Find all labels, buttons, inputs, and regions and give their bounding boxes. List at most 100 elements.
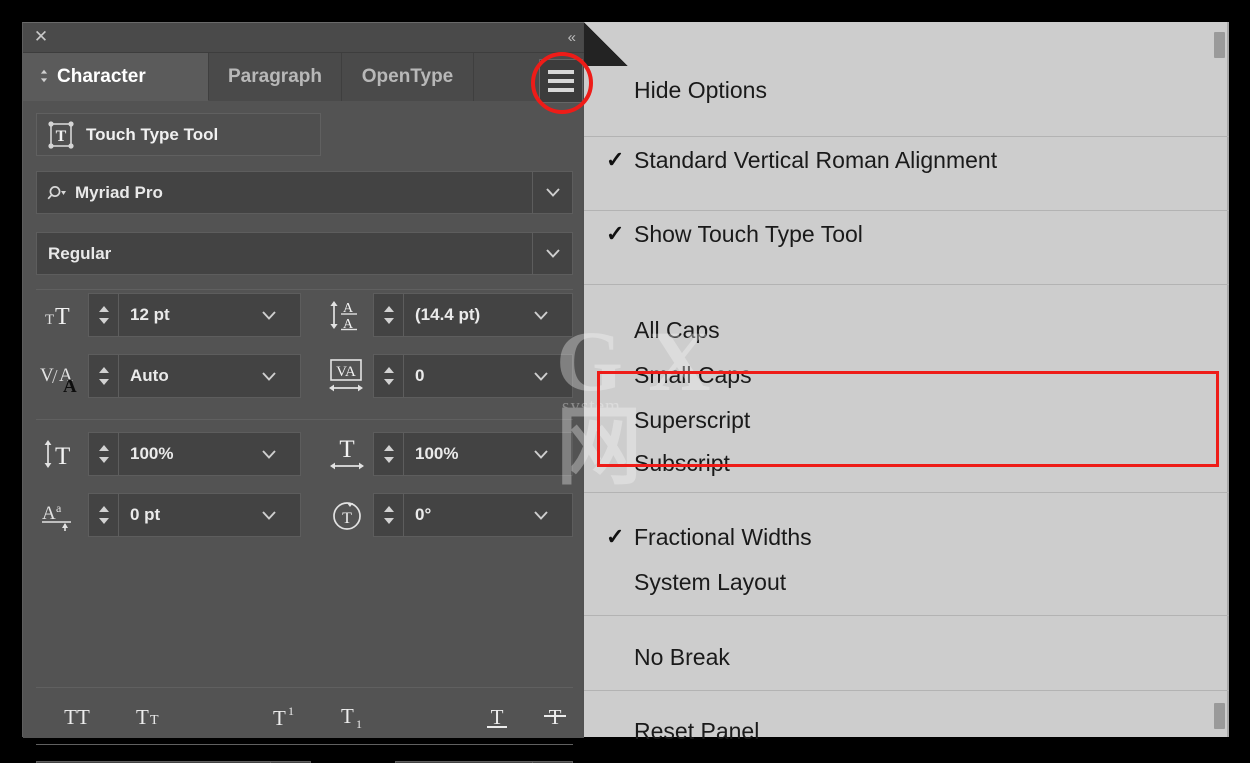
menu-item-all-caps[interactable]: ✓ All Caps <box>584 310 1229 350</box>
underline-button[interactable]: T <box>472 692 522 740</box>
leading-chevron-down-icon[interactable] <box>534 311 572 320</box>
svg-text:T: T <box>273 706 286 730</box>
tracking-value: 0 <box>404 366 534 386</box>
close-icon[interactable]: ✕ <box>32 28 50 46</box>
character-rotation-field[interactable]: 0° <box>373 493 573 537</box>
collapse-panel-icon[interactable]: « <box>568 28 574 47</box>
tracking-icon: VA <box>321 354 373 398</box>
menu-item-show-touch-type-tool[interactable]: ✓ Show Touch Type Tool <box>584 212 1229 256</box>
kerning-value: Auto <box>119 366 262 386</box>
leading-icon: A A <box>321 293 373 337</box>
svg-text:T: T <box>150 713 159 728</box>
divider <box>36 289 573 290</box>
svg-text:T: T <box>339 437 354 463</box>
menu-divider <box>584 615 1229 616</box>
hamburger-line <box>548 79 574 83</box>
vertical-scale-field[interactable]: 100% <box>88 432 301 476</box>
rotation-icon: T <box>321 493 373 537</box>
menu-item-standard-vertical-roman-alignment[interactable]: ✓ Standard Vertical Roman Alignment <box>584 138 1229 182</box>
panel-options-menu: ✓ Hide Options ✓ Standard Vertical Roman… <box>584 22 1229 737</box>
character-rotation-stepper[interactable] <box>374 494 404 536</box>
svg-text:T: T <box>45 312 54 328</box>
small-caps-button[interactable]: T T <box>120 692 178 740</box>
superscript-button[interactable]: T 1 <box>262 692 312 740</box>
font-family-value: Myriad Pro <box>69 183 163 203</box>
menu-item-no-break[interactable]: ✓ No Break <box>584 636 1229 678</box>
check-icon: ✓ <box>606 221 634 247</box>
check-icon: ✓ <box>606 718 634 744</box>
menu-item-label: Small Caps <box>634 362 752 389</box>
font-style-field[interactable]: Regular <box>36 232 573 275</box>
kerning-stepper[interactable] <box>89 355 119 397</box>
baseline-shift-chevron-down-icon[interactable] <box>262 511 300 520</box>
tab-paragraph-label: Paragraph <box>228 66 322 88</box>
hamburger-menu-icon[interactable] <box>539 59 583 103</box>
menu-item-label: Reset Panel <box>634 718 759 745</box>
character-panel: ✕ « Character Paragraph OpenType <box>22 22 584 737</box>
font-size-icon: T T <box>36 293 88 337</box>
menu-item-label: Standard Vertical Roman Alignment <box>634 147 997 174</box>
vertical-scale-row: T 100% <box>36 432 301 476</box>
menu-divider <box>584 136 1229 137</box>
baseline-shift-stepper[interactable] <box>89 494 119 536</box>
font-size-chevron-down-icon[interactable] <box>262 311 300 320</box>
touch-type-tool-button[interactable]: T Touch Type Tool <box>36 113 321 156</box>
leading-stepper[interactable] <box>374 294 404 336</box>
menu-item-fractional-widths[interactable]: ✓ Fractional Widths <box>584 517 1229 557</box>
vertical-scale-stepper[interactable] <box>89 433 119 475</box>
tracking-row: VA 0 <box>321 354 573 398</box>
tab-opentype[interactable]: OpenType <box>342 53 474 101</box>
panel-body: T Touch Type Tool Myriad Pro <box>23 101 584 738</box>
menu-item-label: No Break <box>634 644 730 671</box>
tracking-field[interactable]: 0 <box>373 354 573 398</box>
svg-text:A: A <box>63 376 77 393</box>
check-icon: ✓ <box>606 644 634 670</box>
font-size-stepper[interactable] <box>89 294 119 336</box>
vertical-scale-chevron-down-icon[interactable] <box>262 450 300 459</box>
subscript-button[interactable]: T 1 <box>330 692 380 740</box>
divider <box>36 419 573 420</box>
check-icon: ✓ <box>606 524 634 550</box>
svg-text:a: a <box>56 501 62 515</box>
character-rotation-chevron-down-icon[interactable] <box>534 511 572 520</box>
hamburger-line <box>548 88 574 92</box>
menu-item-hide-options[interactable]: ✓ Hide Options <box>584 68 1229 112</box>
strikethrough-button[interactable]: T <box>530 692 580 740</box>
svg-text:T: T <box>491 705 504 729</box>
horizontal-scale-stepper[interactable] <box>374 433 404 475</box>
font-size-field[interactable]: 12 pt <box>88 293 301 337</box>
svg-text:A: A <box>42 503 56 524</box>
check-icon: ✓ <box>606 407 634 433</box>
font-family-field[interactable]: Myriad Pro <box>36 171 573 214</box>
menu-item-system-layout[interactable]: ✓ System Layout <box>584 562 1229 602</box>
tab-character[interactable]: Character <box>23 53 209 101</box>
menu-item-label: System Layout <box>634 569 786 596</box>
kerning-field[interactable]: Auto <box>88 354 301 398</box>
menu-item-label: Subscript <box>634 450 730 477</box>
baseline-shift-field[interactable]: 0 pt <box>88 493 301 537</box>
font-style-dropdown-chevron-down-icon[interactable] <box>532 233 572 274</box>
svg-text:T: T <box>55 304 70 330</box>
menu-item-small-caps[interactable]: ✓ Small Caps <box>584 355 1229 395</box>
tracking-chevron-down-icon[interactable] <box>534 372 572 381</box>
menu-divider <box>584 690 1229 691</box>
horizontal-scale-value: 100% <box>404 444 534 464</box>
leading-field[interactable]: (14.4 pt) <box>373 293 573 337</box>
menu-item-subscript[interactable]: ✓ Subscript <box>584 443 1229 483</box>
font-family-dropdown-chevron-down-icon[interactable] <box>532 172 572 213</box>
kerning-chevron-down-icon[interactable] <box>262 372 300 381</box>
all-caps-button[interactable]: TT <box>48 692 106 740</box>
tab-paragraph[interactable]: Paragraph <box>209 53 342 101</box>
tracking-stepper[interactable] <box>374 355 404 397</box>
horizontal-scale-chevron-down-icon[interactable] <box>534 450 572 459</box>
menu-item-superscript[interactable]: ✓ Superscript <box>584 400 1229 440</box>
menu-scroll-up-nub[interactable] <box>1214 32 1225 58</box>
font-search-icon <box>47 184 69 202</box>
check-icon: ✓ <box>606 77 634 103</box>
svg-text:1: 1 <box>356 717 362 731</box>
menu-item-label: Show Touch Type Tool <box>634 221 863 248</box>
menu-item-label: Hide Options <box>634 77 767 104</box>
horizontal-scale-field[interactable]: 100% <box>373 432 573 476</box>
svg-text:T: T <box>341 704 354 728</box>
menu-item-reset-panel[interactable]: ✓ Reset Panel <box>584 710 1229 752</box>
